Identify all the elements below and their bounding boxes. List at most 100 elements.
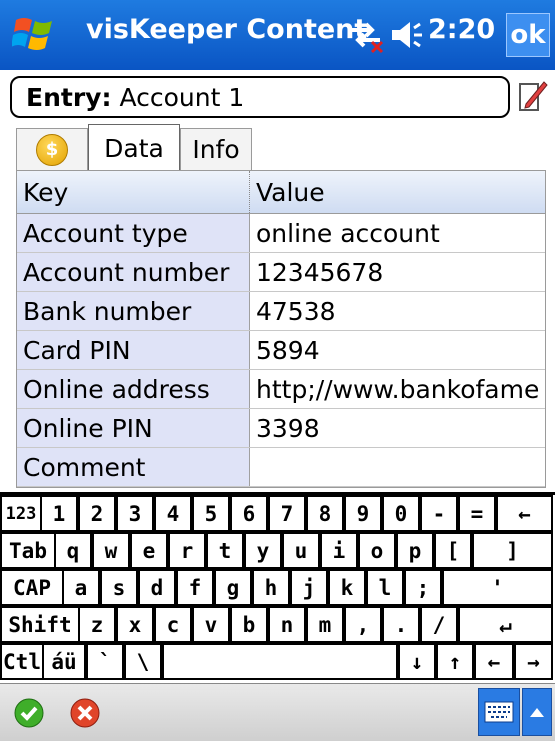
- key-2[interactable]: 2: [78, 495, 116, 532]
- key-3[interactable]: 3: [116, 495, 154, 532]
- key-m[interactable]: m: [306, 606, 344, 643]
- enter-key[interactable]: ↵: [458, 606, 553, 643]
- key-backslash[interactable]: \: [124, 643, 162, 680]
- key-bracket-close[interactable]: ]: [472, 532, 553, 569]
- cancel-icon[interactable]: [70, 698, 100, 728]
- table-header-row: Key Value: [17, 171, 545, 214]
- table-row[interactable]: Account type online account: [17, 213, 545, 253]
- volume-icon[interactable]: [390, 18, 426, 52]
- key-4[interactable]: 4: [154, 495, 192, 532]
- key-z[interactable]: z: [78, 606, 116, 643]
- key-shift[interactable]: Shift: [0, 606, 80, 643]
- row-value[interactable]: 47538: [249, 291, 545, 331]
- input-menu-button[interactable]: [522, 688, 552, 736]
- key-x[interactable]: x: [116, 606, 154, 643]
- keyboard-row-qwerty: Tab q w e r t y u i o p [ ]: [0, 532, 555, 569]
- clock[interactable]: 2:20: [428, 14, 495, 45]
- row-key: Card PIN: [17, 330, 250, 370]
- app-title: visKeeper Content: [86, 14, 368, 45]
- keyboard-row-bottom: Shift z x c v b n m , . / ↵: [0, 606, 555, 643]
- key-comma[interactable]: ,: [344, 606, 382, 643]
- key-tab[interactable]: Tab: [0, 532, 56, 569]
- key-p[interactable]: p: [396, 532, 434, 569]
- key-ctrl[interactable]: Ctl: [0, 643, 44, 680]
- key-h[interactable]: h: [252, 569, 290, 606]
- key-u[interactable]: u: [282, 532, 320, 569]
- entry-value: Account 1: [119, 82, 245, 112]
- key-b[interactable]: b: [230, 606, 268, 643]
- key-i[interactable]: i: [320, 532, 358, 569]
- key-5[interactable]: 5: [192, 495, 230, 532]
- key-equals[interactable]: =: [458, 495, 496, 532]
- windows-start-icon[interactable]: [12, 10, 58, 56]
- key-l[interactable]: l: [366, 569, 404, 606]
- key-s[interactable]: s: [100, 569, 138, 606]
- table-row[interactable]: Comment: [17, 447, 545, 487]
- left-arrow-key[interactable]: ←: [474, 643, 514, 680]
- key-g[interactable]: g: [214, 569, 252, 606]
- key-d[interactable]: d: [138, 569, 176, 606]
- table-row[interactable]: Account number 12345678: [17, 252, 545, 292]
- table-row[interactable]: Card PIN 5894: [17, 330, 545, 370]
- key-0[interactable]: 0: [382, 495, 420, 532]
- ok-button[interactable]: ok: [506, 13, 550, 57]
- confirm-icon[interactable]: [14, 698, 44, 728]
- key-y[interactable]: y: [244, 532, 282, 569]
- down-arrow-key[interactable]: ↓: [398, 643, 436, 680]
- key-8[interactable]: 8: [306, 495, 344, 532]
- backspace-key[interactable]: ←: [496, 495, 553, 532]
- key-e[interactable]: e: [130, 532, 168, 569]
- key-semicolon[interactable]: ;: [404, 569, 442, 606]
- key-v[interactable]: v: [192, 606, 230, 643]
- key-period[interactable]: .: [382, 606, 420, 643]
- tab-info[interactable]: Info: [180, 128, 252, 170]
- space-key[interactable]: [162, 643, 398, 680]
- table-row[interactable]: Bank number 47538: [17, 291, 545, 331]
- soft-keyboard: 123 1 2 3 4 5 6 7 8 9 0 - = ← Tab q w e …: [0, 495, 555, 683]
- key-slash[interactable]: /: [420, 606, 458, 643]
- right-arrow-key[interactable]: →: [514, 643, 553, 680]
- column-header-key[interactable]: Key: [17, 171, 250, 214]
- tab-data[interactable]: Data: [88, 124, 180, 172]
- key-minus[interactable]: -: [420, 495, 458, 532]
- row-key: Account type: [17, 213, 250, 253]
- keyboard-toggle-button[interactable]: [478, 688, 520, 736]
- key-w[interactable]: w: [92, 532, 130, 569]
- data-table: Key Value Account type online account Ac…: [16, 170, 546, 488]
- key-r[interactable]: r: [168, 532, 206, 569]
- connectivity-icon[interactable]: [346, 16, 384, 54]
- key-q[interactable]: q: [54, 532, 92, 569]
- tab-coin[interactable]: $: [16, 128, 88, 170]
- up-arrow-key[interactable]: ↑: [436, 643, 474, 680]
- key-backtick[interactable]: `: [86, 643, 124, 680]
- edit-icon[interactable]: [518, 78, 548, 114]
- key-c[interactable]: c: [154, 606, 192, 643]
- key-9[interactable]: 9: [344, 495, 382, 532]
- key-bracket-open[interactable]: [: [434, 532, 472, 569]
- entry-field[interactable]: Entry: Account 1: [10, 76, 510, 118]
- key-j[interactable]: j: [290, 569, 328, 606]
- key-7[interactable]: 7: [268, 495, 306, 532]
- key-f[interactable]: f: [176, 569, 214, 606]
- key-n[interactable]: n: [268, 606, 306, 643]
- key-apostrophe[interactable]: ': [442, 569, 553, 606]
- key-6[interactable]: 6: [230, 495, 268, 532]
- row-value[interactable]: 12345678: [249, 252, 545, 292]
- key-caps[interactable]: CAP: [0, 569, 64, 606]
- row-value[interactable]: [249, 447, 545, 487]
- key-1[interactable]: 1: [40, 495, 78, 532]
- key-k[interactable]: k: [328, 569, 366, 606]
- key-t[interactable]: t: [206, 532, 244, 569]
- table-row[interactable]: Online PIN 3398: [17, 408, 545, 448]
- key-a[interactable]: a: [62, 569, 100, 606]
- row-value[interactable]: http;//www.bankofame: [249, 369, 545, 409]
- row-key: Account number: [17, 252, 250, 292]
- table-row[interactable]: Online address http;//www.bankofame: [17, 369, 545, 409]
- key-o[interactable]: o: [358, 532, 396, 569]
- row-value[interactable]: online account: [249, 213, 545, 253]
- key-accents[interactable]: áü: [42, 643, 86, 680]
- column-header-value[interactable]: Value: [249, 171, 545, 214]
- row-value[interactable]: 3398: [249, 408, 545, 448]
- row-value[interactable]: 5894: [249, 330, 545, 370]
- key-123[interactable]: 123: [0, 495, 42, 532]
